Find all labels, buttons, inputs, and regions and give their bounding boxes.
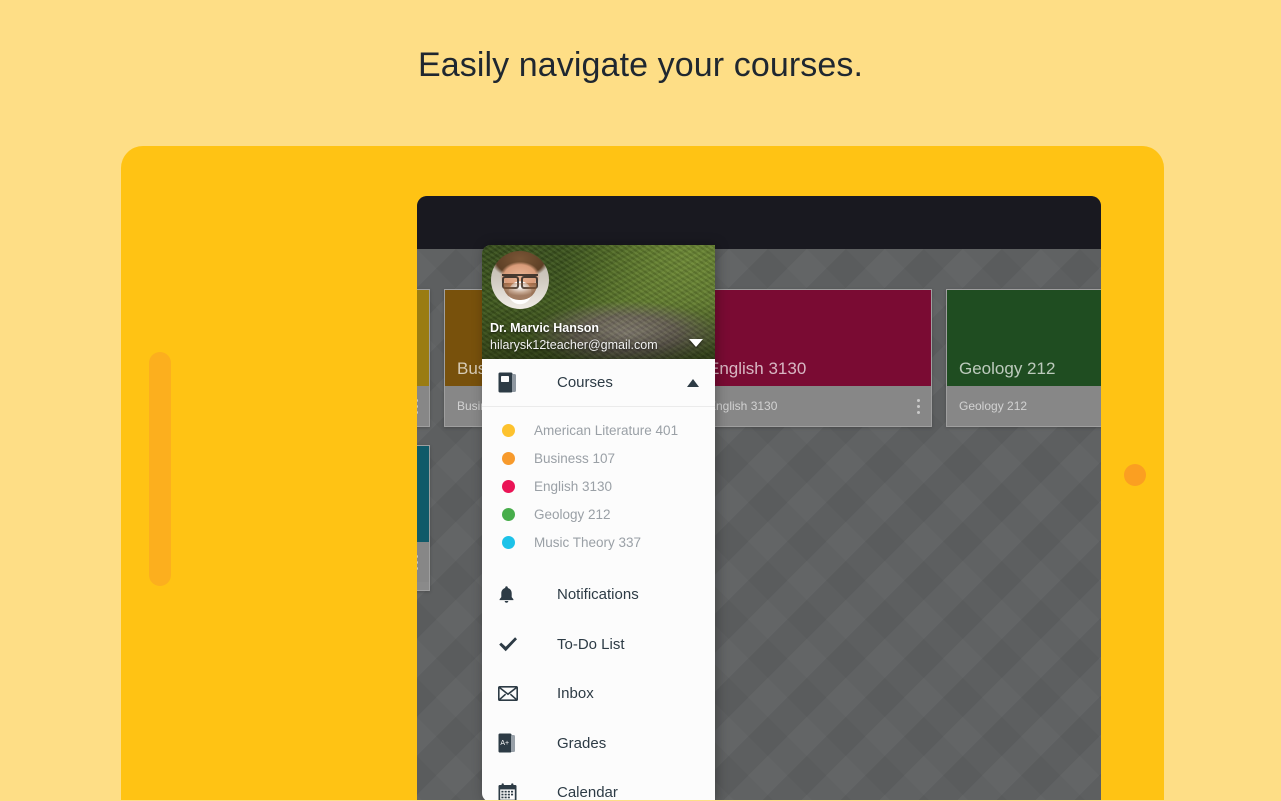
course-card-banner: Music Theory 337 [417,446,429,542]
nav-item-label: Grades [557,734,607,752]
chevron-down-icon[interactable] [689,339,703,347]
course-list-item-label: Music Theory 337 [534,534,642,550]
course-list-item[interactable]: American Literature 401 [482,416,715,444]
avatar[interactable] [491,251,549,309]
course-list-item[interactable]: Geology 212 [482,500,715,528]
nav-item-calendar[interactable]: Calendar [482,768,715,800]
course-card-footer: Music Theory 337 [417,542,429,582]
course-color-dot [502,423,515,437]
app-toolbar [417,196,1101,249]
course-card-footer-label: Geology 212 [959,399,1028,413]
checkmark-icon [498,636,538,653]
envelope-icon [498,686,538,702]
navigation-drawer: Dr. Marvic Hanson hilarysk12teacher@gmai… [482,245,715,800]
drawer-profile-header[interactable]: Dr. Marvic Hanson hilarysk12teacher@gmai… [482,245,715,359]
kebab-menu-icon[interactable] [417,554,418,570]
avatar-beard [503,283,537,300]
kebab-menu-icon[interactable] [917,398,920,414]
course-card-footer: English 3130 [696,386,931,426]
nav-item-notifications[interactable]: Notifications [482,570,715,620]
course-list-item[interactable]: English 3130 [482,472,715,500]
calendar-icon [498,783,538,800]
course-list-item[interactable]: Business 107 [482,444,715,472]
course-list-item-label: American Literature 401 [534,422,679,438]
nav-item-label: Calendar [557,784,618,800]
course-card-banner: American Literature 401 [417,290,429,386]
bell-icon [498,585,538,604]
course-card-banner: English 3130 [696,290,931,386]
nav-item-to-do-list[interactable]: To-Do List [482,620,715,670]
nav-item-inbox[interactable]: Inbox [482,669,715,719]
course-card[interactable]: Music Theory 337Music Theory 337 [417,445,430,591]
nav-item-grades[interactable]: A+ Grades [482,719,715,769]
chevron-up-icon[interactable] [687,378,699,387]
course-list: American Literature 401 Business 107 Engli… [482,407,715,562]
user-name: Dr. Marvic Hanson [490,321,600,335]
course-card[interactable]: English 3130 English 3130 [695,289,932,427]
svg-text:A+: A+ [500,740,509,747]
course-list-item-label: Geology 212 [534,506,611,522]
tablet-device: American Literature 401American Literatu… [121,146,1164,800]
course-card[interactable]: American Literature 401American Literatu… [417,289,430,427]
course-card-footer: Geology 212 [947,386,1101,426]
course-list-item-label: Business 107 [534,450,616,466]
course-card-footer-label: English 3130 [708,399,778,413]
course-list-item[interactable]: Music Theory 337 [482,528,715,556]
nav-item-label: Notifications [557,586,639,604]
nav-item-label: Inbox [557,685,594,703]
book-icon [498,372,538,393]
course-color-dot [502,507,515,521]
course-card-banner: Geology 212 [947,290,1101,386]
courses-section-header[interactable]: Courses [482,359,715,407]
gradebook-icon: A+ [498,733,538,753]
course-card-footer: American Literature 401 [417,386,429,426]
user-email: hilarysk12teacher@gmail.com [490,338,658,352]
course-color-dot [502,479,515,493]
home-button[interactable] [1124,464,1146,486]
kebab-menu-icon[interactable] [417,398,418,414]
course-card[interactable]: Geology 212 Geology 212 [946,289,1101,427]
course-card-title: English 3130 [708,359,807,378]
avatar-glasses [502,274,538,289]
nav-item-label: To-Do List [557,635,625,653]
course-card-title: Geology 212 [959,359,1056,378]
course-list-item-label: English 3130 [534,478,613,494]
page-title: Easily navigate your courses. [417,46,864,84]
volume-rocker[interactable] [149,352,171,586]
course-color-dot [502,451,515,465]
nav-list: Notifications To-Do List Inbox A+ Grades Cale… [482,562,715,800]
course-color-dot [502,535,515,549]
tablet-screen: American Literature 401American Literatu… [417,196,1101,800]
courses-section-label: Courses [557,374,613,391]
